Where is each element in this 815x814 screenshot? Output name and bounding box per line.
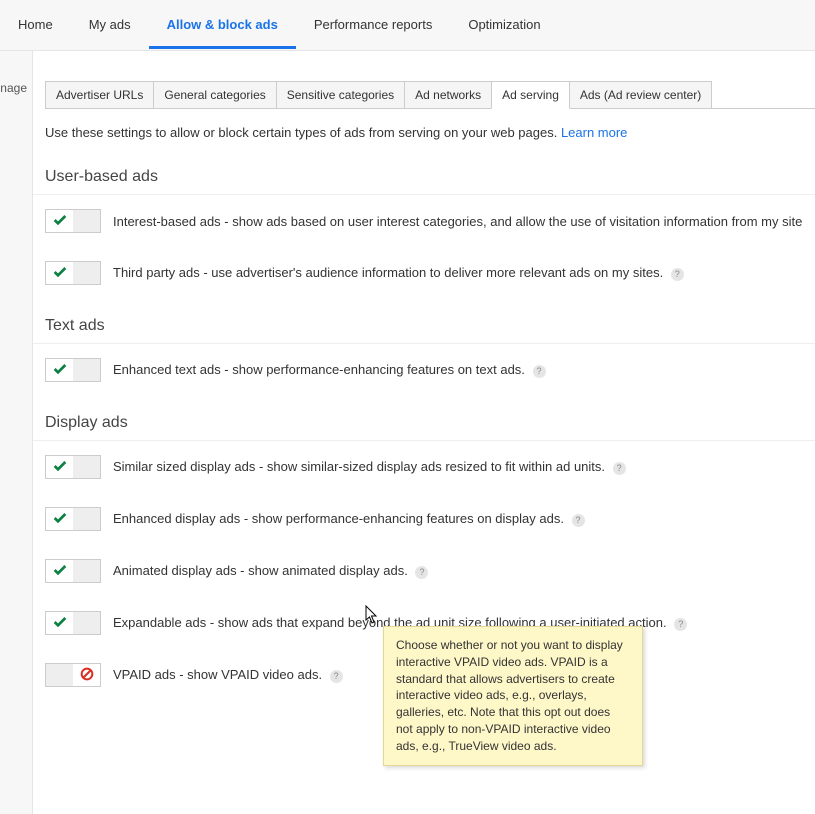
setting-text: Third party ads - use advertiser's audie… <box>113 265 803 280</box>
setting-text: Similar sized display ads - show similar… <box>113 459 803 474</box>
left-sidebar: nage <box>0 51 33 814</box>
help-icon[interactable]: ? <box>533 365 546 378</box>
section-text-ads: Text ads <box>33 299 815 344</box>
sub-tabs: Advertiser URLs General categories Sensi… <box>45 81 815 109</box>
tab-advertiser-urls[interactable]: Advertiser URLs <box>45 81 154 108</box>
help-icon[interactable]: ? <box>330 670 343 683</box>
check-icon <box>46 359 73 381</box>
tab-sensitive-categories[interactable]: Sensitive categories <box>276 81 405 108</box>
toggle-third-party[interactable] <box>45 261 101 285</box>
toggle-expandable[interactable] <box>45 611 101 635</box>
main-content: Advertiser URLs General categories Sensi… <box>33 51 815 701</box>
nav-optimization[interactable]: Optimization <box>450 1 558 49</box>
block-icon <box>73 664 100 686</box>
check-icon <box>46 612 73 634</box>
top-nav: Home My ads Allow & block ads Performanc… <box>0 0 815 51</box>
tab-general-categories[interactable]: General categories <box>153 81 276 108</box>
tab-ads-review[interactable]: Ads (Ad review center) <box>569 81 712 108</box>
learn-more-link[interactable]: Learn more <box>561 125 627 140</box>
help-icon[interactable]: ? <box>674 618 687 631</box>
help-icon[interactable]: ? <box>415 566 428 579</box>
intro-copy: Use these settings to allow or block cer… <box>45 125 561 140</box>
setting-text: Animated display ads - show animated dis… <box>113 563 803 578</box>
toggle-similar-sized[interactable] <box>45 455 101 479</box>
nav-allow-block[interactable]: Allow & block ads <box>149 1 296 49</box>
setting-text: Enhanced text ads - show performance-enh… <box>113 362 803 377</box>
setting-text: Enhanced display ads - show performance-… <box>113 511 803 526</box>
setting-enhanced-display: Enhanced display ads - show performance-… <box>33 493 815 545</box>
section-user-based: User-based ads <box>33 150 815 195</box>
help-icon[interactable]: ? <box>572 514 585 527</box>
check-icon <box>46 456 73 478</box>
setting-enhanced-text: Enhanced text ads - show performance-enh… <box>33 344 815 396</box>
toggle-animated-display[interactable] <box>45 559 101 583</box>
toggle-interest-based[interactable] <box>45 209 101 233</box>
help-icon[interactable]: ? <box>613 462 626 475</box>
check-icon <box>46 210 73 232</box>
setting-animated-display: Animated display ads - show animated dis… <box>33 545 815 597</box>
nav-performance[interactable]: Performance reports <box>296 1 451 49</box>
setting-interest-based: Interest-based ads - show ads based on u… <box>33 195 815 247</box>
section-display-ads: Display ads <box>33 396 815 441</box>
help-icon[interactable]: ? <box>671 268 684 281</box>
tab-ad-networks[interactable]: Ad networks <box>404 81 492 108</box>
setting-similar-sized: Similar sized display ads - show similar… <box>33 441 815 493</box>
sidebar-label: nage <box>0 81 32 95</box>
setting-third-party: Third party ads - use advertiser's audie… <box>33 247 815 299</box>
tab-ad-serving[interactable]: Ad serving <box>491 81 570 109</box>
toggle-enhanced-display[interactable] <box>45 507 101 531</box>
tooltip: Choose whether or not you want to displa… <box>383 626 643 766</box>
intro-text: Use these settings to allow or block cer… <box>33 109 815 150</box>
setting-text: Interest-based ads - show ads based on u… <box>113 214 803 229</box>
check-icon <box>46 508 73 530</box>
nav-my-ads[interactable]: My ads <box>71 1 149 49</box>
check-icon <box>46 262 73 284</box>
toggle-enhanced-text[interactable] <box>45 358 101 382</box>
nav-home[interactable]: Home <box>0 1 71 49</box>
check-icon <box>46 560 73 582</box>
toggle-vpaid[interactable] <box>45 663 101 687</box>
